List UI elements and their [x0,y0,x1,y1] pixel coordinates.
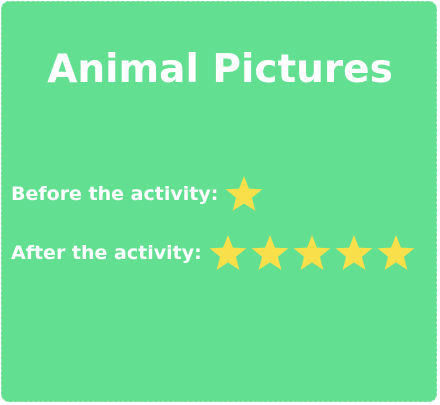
star-icon [208,233,248,273]
star-icon [250,233,290,273]
star-icon [224,174,264,214]
star-icon [376,233,416,273]
activity-card: Animal Pictures Before the activity: Aft… [1,1,437,402]
star-icon [334,233,374,273]
rating-stars-after [208,233,418,273]
card-title: Animal Pictures [47,47,393,92]
rating-row-before: Before the activity: [11,174,266,214]
rating-label-after: After the activity: [11,242,202,264]
rating-row-after: After the activity: [11,233,418,273]
star-icon [292,233,332,273]
rating-label-before: Before the activity: [11,183,219,205]
rating-stars-before [224,174,266,214]
